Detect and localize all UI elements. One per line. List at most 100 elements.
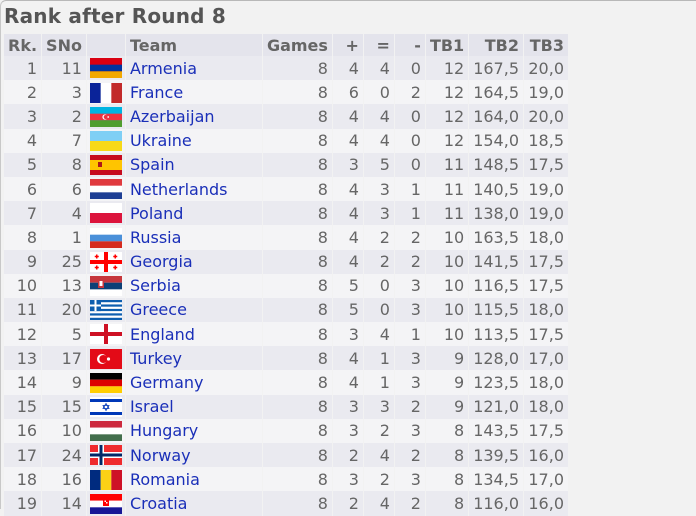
tb3-cell: 17,0 bbox=[524, 467, 568, 492]
draws-cell: 1 bbox=[363, 346, 394, 371]
table-row: 10 13 Serbia 8 5 0 3 10 116,5 17,5 bbox=[4, 273, 568, 298]
team-cell: Norway bbox=[125, 443, 262, 468]
table-row: 2 3 France 8 6 0 2 12 164,5 19,0 bbox=[4, 80, 568, 105]
draws-cell: 3 bbox=[363, 394, 394, 419]
germany-flag-icon bbox=[89, 372, 122, 393]
wins-cell: 3 bbox=[332, 152, 363, 177]
col-header-losses[interactable]: - bbox=[394, 34, 425, 56]
draws-cell: 0 bbox=[363, 297, 394, 323]
turkey-flag-icon bbox=[89, 348, 122, 369]
sno-cell: 6 bbox=[42, 176, 86, 202]
losses-cell: 2 bbox=[394, 249, 425, 274]
wins-cell: 4 bbox=[332, 346, 363, 371]
losses-cell: 3 bbox=[394, 467, 425, 492]
col-header-draws[interactable]: = bbox=[363, 34, 394, 56]
flag-cell bbox=[86, 249, 125, 274]
sno-cell: 11 bbox=[42, 56, 86, 81]
sno-cell: 7 bbox=[42, 128, 86, 153]
games-cell: 8 bbox=[262, 128, 332, 153]
tb2-cell: 164,0 bbox=[469, 104, 523, 129]
team-link[interactable]: Romania bbox=[130, 470, 200, 489]
team-link[interactable]: Russia bbox=[130, 228, 181, 247]
wins-cell: 6 bbox=[332, 80, 363, 105]
draws-cell: 4 bbox=[363, 491, 394, 516]
col-header-sno[interactable]: SNo bbox=[42, 34, 86, 56]
draws-cell: 0 bbox=[363, 80, 394, 105]
table-row: 3 2 Azerbaijan 8 4 4 0 12 164,0 20,0 bbox=[4, 104, 568, 129]
flag-cell bbox=[86, 80, 125, 105]
wins-cell: 4 bbox=[332, 56, 363, 81]
tb3-cell: 16,0 bbox=[524, 443, 568, 468]
team-link[interactable]: Greece bbox=[130, 300, 187, 319]
col-header-tb2[interactable]: TB2 bbox=[469, 34, 523, 56]
col-header-tb1[interactable]: TB1 bbox=[425, 34, 469, 56]
sno-cell: 20 bbox=[42, 297, 86, 323]
draws-cell: 5 bbox=[363, 152, 394, 177]
col-header-games[interactable]: Games bbox=[262, 34, 332, 56]
team-link[interactable]: Serbia bbox=[130, 276, 181, 295]
flag-cell bbox=[86, 346, 125, 371]
tb1-cell: 9 bbox=[425, 370, 469, 395]
table-row: 18 16 Romania 8 3 2 3 8 134,5 17,0 bbox=[4, 467, 568, 492]
games-cell: 8 bbox=[262, 225, 332, 250]
table-row: 8 1 Russia 8 4 2 2 10 163,5 18,0 bbox=[4, 225, 568, 250]
england-flag-icon bbox=[89, 324, 122, 345]
team-link[interactable]: Turkey bbox=[130, 349, 182, 368]
tb3-cell: 18,0 bbox=[524, 394, 568, 419]
flag-cell bbox=[86, 370, 125, 395]
losses-cell: 2 bbox=[394, 225, 425, 250]
games-cell: 8 bbox=[262, 176, 332, 202]
azerbaijan-flag-icon bbox=[89, 106, 122, 127]
tb1-cell: 10 bbox=[425, 273, 469, 298]
rank-cell: 14 bbox=[4, 370, 42, 395]
draws-cell: 1 bbox=[363, 370, 394, 395]
col-header-rank[interactable]: Rk. bbox=[4, 34, 42, 56]
team-link[interactable]: Netherlands bbox=[130, 180, 228, 199]
team-link[interactable]: Azerbaijan bbox=[130, 107, 215, 126]
col-header-team[interactable]: Team bbox=[125, 34, 262, 56]
col-header-wins[interactable]: + bbox=[332, 34, 363, 56]
flag-cell bbox=[86, 322, 125, 347]
tb3-cell: 19,0 bbox=[524, 80, 568, 105]
tb2-cell: 138,0 bbox=[469, 201, 523, 226]
col-header-tb3[interactable]: TB3 bbox=[524, 34, 568, 56]
team-link[interactable]: Hungary bbox=[130, 421, 198, 440]
team-link[interactable]: England bbox=[130, 325, 195, 344]
team-link[interactable]: Israel bbox=[130, 397, 174, 416]
team-link[interactable]: Spain bbox=[130, 155, 175, 174]
games-cell: 8 bbox=[262, 201, 332, 226]
tb1-cell: 12 bbox=[425, 104, 469, 129]
team-link[interactable]: Norway bbox=[130, 446, 191, 465]
games-cell: 8 bbox=[262, 273, 332, 298]
flag-cell bbox=[86, 297, 125, 323]
france-flag-icon bbox=[89, 82, 122, 103]
wins-cell: 3 bbox=[332, 418, 363, 443]
team-link[interactable]: Germany bbox=[130, 373, 204, 392]
tb3-cell: 17,0 bbox=[524, 346, 568, 371]
draws-cell: 4 bbox=[363, 128, 394, 153]
wins-cell: 4 bbox=[332, 176, 363, 202]
team-cell: Armenia bbox=[125, 56, 262, 81]
tb2-cell: 164,5 bbox=[469, 80, 523, 105]
rank-cell: 5 bbox=[4, 152, 42, 177]
team-link[interactable]: Georgia bbox=[130, 252, 193, 271]
flag-cell bbox=[86, 491, 125, 516]
tb1-cell: 9 bbox=[425, 346, 469, 371]
losses-cell: 0 bbox=[394, 152, 425, 177]
rank-cell: 18 bbox=[4, 467, 42, 492]
games-cell: 8 bbox=[262, 249, 332, 274]
team-link[interactable]: Armenia bbox=[130, 59, 197, 78]
rank-cell: 11 bbox=[4, 297, 42, 323]
team-link[interactable]: Poland bbox=[130, 204, 183, 223]
team-cell: Russia bbox=[125, 225, 262, 250]
team-link[interactable]: Croatia bbox=[130, 494, 188, 513]
tb1-cell: 12 bbox=[425, 128, 469, 153]
team-link[interactable]: France bbox=[130, 83, 183, 102]
wins-cell: 3 bbox=[332, 322, 363, 347]
losses-cell: 3 bbox=[394, 273, 425, 298]
losses-cell: 3 bbox=[394, 370, 425, 395]
sno-cell: 2 bbox=[42, 104, 86, 129]
team-link[interactable]: Ukraine bbox=[130, 131, 192, 150]
rank-cell: 2 bbox=[4, 80, 42, 105]
sno-cell: 4 bbox=[42, 201, 86, 226]
